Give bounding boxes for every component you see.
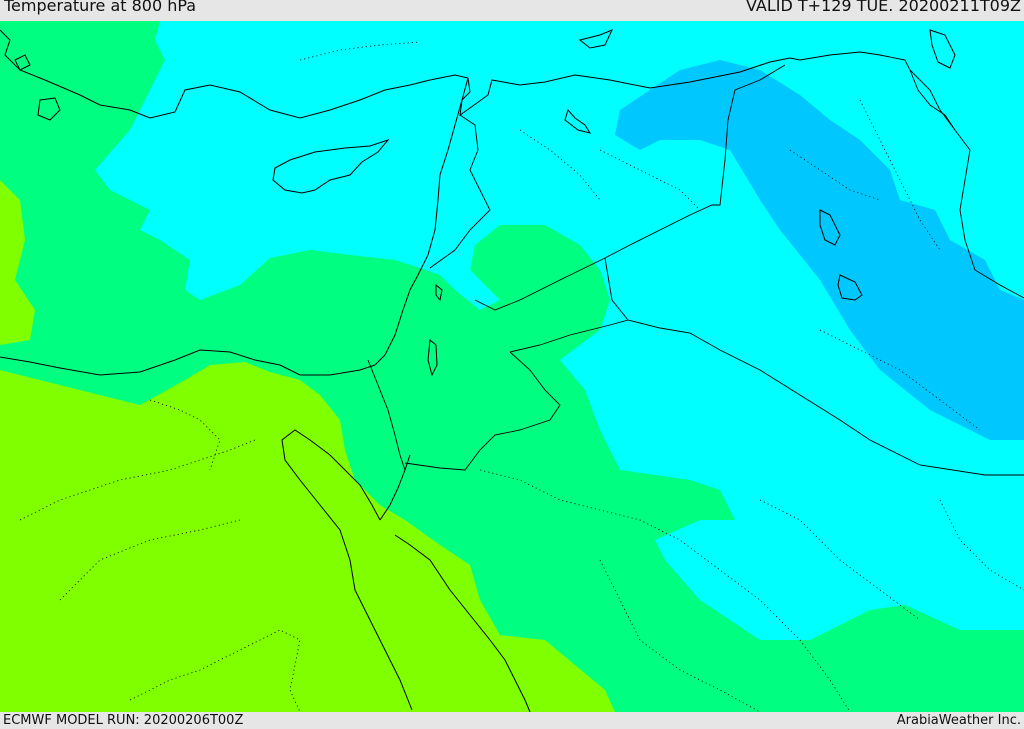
credit-label: ArabiaWeather Inc.: [896, 713, 1021, 728]
map-header: Temperature at 800 hPa VALID T+129 TUE. …: [0, 0, 1024, 21]
map-canvas: [0, 21, 1024, 712]
forecast-map: [0, 21, 1024, 712]
map-title: Temperature at 800 hPa: [4, 0, 197, 15]
valid-time-label: VALID T+129 TUE. 20200211T09Z: [745, 0, 1021, 15]
model-run-label: ECMWF MODEL RUN: 20200206T00Z: [3, 713, 244, 728]
map-footer: ECMWF MODEL RUN: 20200206T00Z ArabiaWeat…: [0, 712, 1024, 729]
